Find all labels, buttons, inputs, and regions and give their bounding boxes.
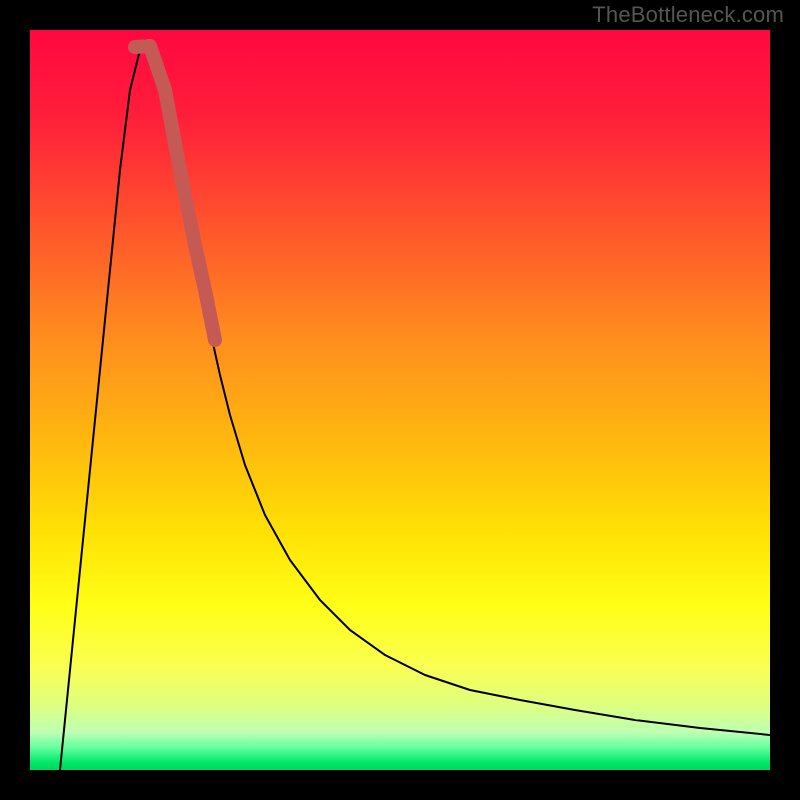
highlight-segment xyxy=(135,46,215,340)
watermark-label: TheBottleneck.com xyxy=(592,2,784,28)
outline-curve xyxy=(60,40,770,770)
curve-overlay xyxy=(30,30,770,770)
plot-area xyxy=(30,30,770,770)
